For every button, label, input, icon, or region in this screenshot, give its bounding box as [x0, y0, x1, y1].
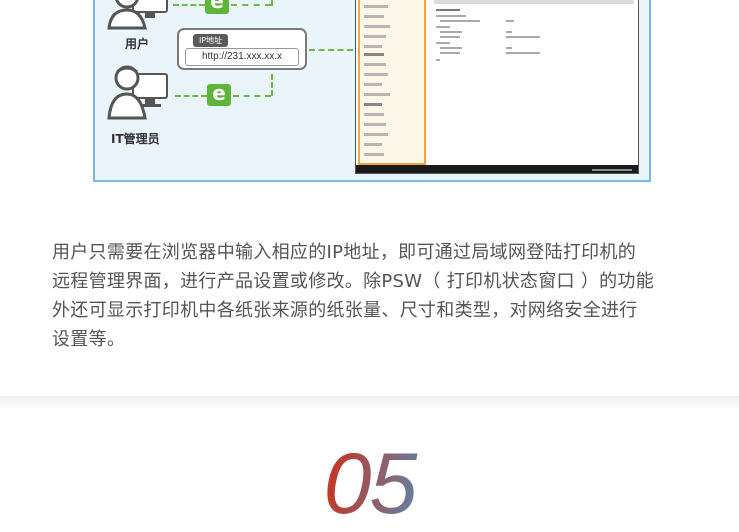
connector-line — [173, 4, 205, 6]
remote-ui-sidebar — [358, 0, 426, 165]
remote-ui-header — [434, 0, 634, 4]
connector-line — [309, 49, 353, 51]
user-label: 用户 — [125, 37, 150, 51]
network-illustration: 用户 e IP地址 http://231.xxx.xx.x IT管理员 e — [93, 0, 651, 182]
ip-url-field: http://231.xxx.xx.x — [185, 48, 299, 66]
description-line: 设置等。 — [52, 329, 126, 350]
connector-line — [175, 95, 207, 97]
browser-e-icon: e — [205, 0, 229, 14]
remote-ui-monitor — [355, 0, 639, 174]
remote-ui-footer — [356, 165, 638, 173]
ip-tag: IP地址 — [193, 34, 229, 47]
it-admin-person-icon — [107, 62, 169, 122]
it-admin-label: IT管理员 — [111, 132, 160, 146]
connector-line — [233, 95, 271, 97]
description-line: 远程管理界面，进行产品设置或修改。除PSW（ 打印机状态窗口 ）的功能 — [52, 271, 655, 292]
connector-line — [271, 0, 273, 6]
ip-address-bubble: IP地址 http://231.xxx.xx.x — [177, 28, 307, 70]
description-line: 外还可显示打印机中各纸张来源的纸张量、尺寸和类型，对网络安全进行 — [52, 300, 638, 321]
feature-description: 用户只需要在浏览器中输入相应的IP地址，即可通过局域网登陆打印机的 远程管理界面… — [52, 238, 692, 354]
user-person-icon — [107, 0, 169, 30]
connector-line — [271, 74, 273, 96]
description-line: 用户只需要在浏览器中输入相应的IP地址，即可通过局域网登陆打印机的 — [52, 242, 637, 263]
connector-line — [231, 4, 271, 6]
section-divider — [0, 396, 739, 410]
section-number: 05 — [0, 436, 739, 532]
browser-e-icon: e — [207, 83, 231, 106]
